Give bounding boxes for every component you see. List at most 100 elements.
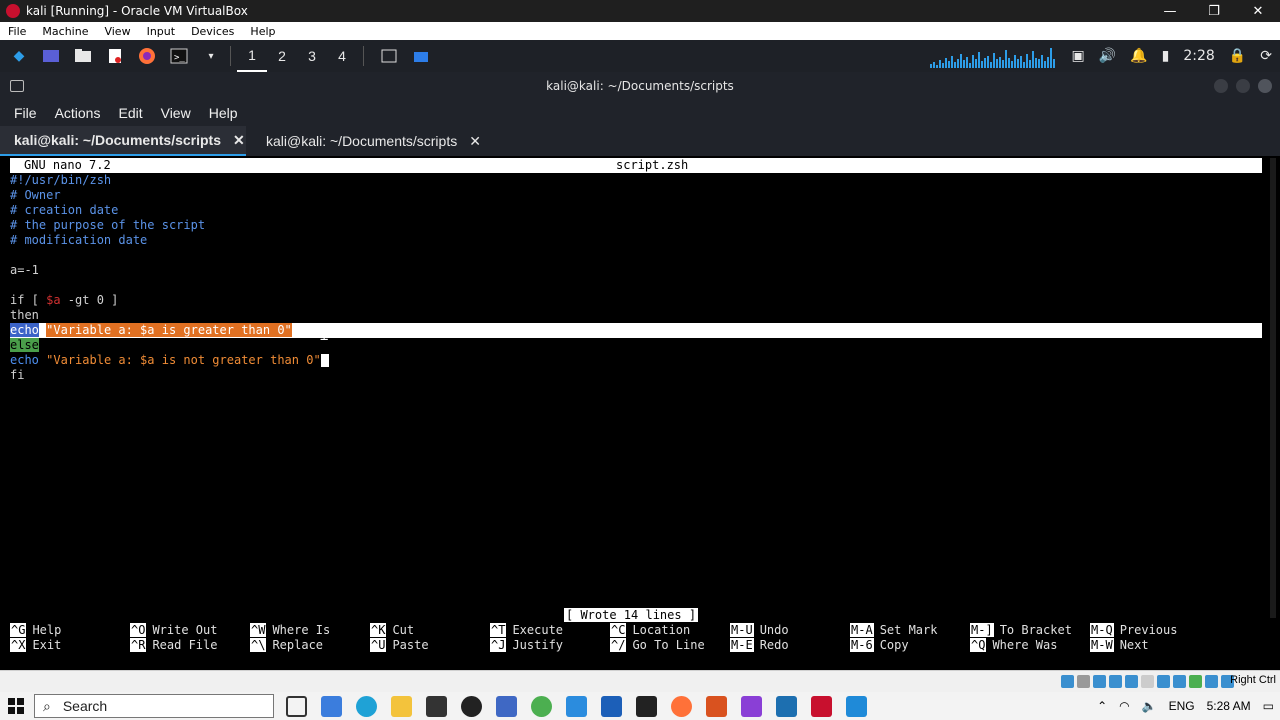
- code-line-1[interactable]: #!/usr/bin/zsh: [10, 173, 111, 188]
- terminal-menu-edit[interactable]: Edit: [118, 105, 142, 121]
- panel-clock[interactable]: 2:28: [1183, 48, 1214, 64]
- shortcut-justify[interactable]: ^J Justify: [490, 638, 563, 653]
- vbox-menu-help[interactable]: Help: [250, 25, 275, 38]
- system-clock[interactable]: 5:28 AM: [1207, 699, 1251, 713]
- minimize-button[interactable]: —: [1148, 0, 1192, 22]
- power-icon[interactable]: ⟳: [1260, 48, 1272, 64]
- shortcut-copy[interactable]: M-6 Copy: [850, 638, 909, 653]
- shortcut-previous[interactable]: M-Q Previous: [1090, 623, 1177, 638]
- shortcut-where-is[interactable]: ^W Where Is: [250, 623, 330, 638]
- workspace-4[interactable]: 4: [327, 40, 357, 72]
- code-line-5[interactable]: # modification date: [10, 233, 147, 248]
- vbox-menu-devices[interactable]: Devices: [191, 25, 234, 38]
- terminal-menu-actions[interactable]: Actions: [55, 105, 101, 121]
- display-icon[interactable]: [1157, 675, 1170, 688]
- nano-editor[interactable]: GNU nano 7.2 script.zsh #!/usr/bin/zsh #…: [0, 156, 1280, 670]
- lock-icon[interactable]: 🔒: [1229, 48, 1246, 64]
- code-line-7[interactable]: a=-1: [10, 263, 39, 278]
- vbox-menu-input[interactable]: Input: [147, 25, 175, 38]
- workspace-2[interactable]: 2: [267, 40, 297, 72]
- language-indicator[interactable]: ENG: [1169, 699, 1195, 713]
- volume-tray-icon[interactable]: 🔈: [1142, 699, 1157, 713]
- vscode-icon[interactable]: [846, 695, 867, 717]
- shortcut-cut[interactable]: ^K Cut: [370, 623, 414, 638]
- vbox-menu-view[interactable]: View: [104, 25, 130, 38]
- shortcut-undo[interactable]: M-U Undo: [730, 623, 789, 638]
- text-editor-icon[interactable]: [102, 44, 128, 68]
- shortcut-location[interactable]: ^C Location: [610, 623, 690, 638]
- photos-icon[interactable]: [496, 695, 517, 717]
- shortcut-paste[interactable]: ^U Paste: [370, 638, 429, 653]
- taskbar-terminal-icon[interactable]: [376, 44, 402, 68]
- terminal-menu-file[interactable]: File: [14, 105, 37, 121]
- network-adapter-icon[interactable]: [1109, 675, 1122, 688]
- terminal-tab-1[interactable]: kali@kali: ~/Documents/scripts ✕: [0, 126, 246, 156]
- shortcut-to-bracket[interactable]: M-] To Bracket: [970, 623, 1072, 638]
- file-manager-icon[interactable]: [70, 44, 96, 68]
- mouse-integration-icon[interactable]: [1205, 675, 1218, 688]
- terminal-tab-2[interactable]: kali@kali: ~/Documents/scripts ✕: [252, 126, 498, 156]
- taskbar-folder-icon[interactable]: [408, 44, 434, 68]
- restore-button[interactable]: ❐: [1192, 0, 1236, 22]
- edge-icon[interactable]: [356, 695, 377, 717]
- store-icon[interactable]: [321, 695, 342, 717]
- code-line-11[interactable]: echo "Variable a: $a is greater than 0": [10, 323, 292, 338]
- code-line-13[interactable]: echo "Variable a: $a is not greater than…: [10, 353, 329, 368]
- shortcut-next[interactable]: M-W Next: [1090, 638, 1149, 653]
- code-line-9[interactable]: if [ $a -gt 0 ]: [10, 293, 118, 308]
- workspace-1[interactable]: 1: [237, 40, 267, 72]
- shortcut-where-was[interactable]: ^Q Where Was: [970, 638, 1057, 653]
- wifi-icon[interactable]: ◠: [1119, 699, 1129, 713]
- kali-menu-icon[interactable]: ◆: [6, 44, 32, 68]
- terminal-menu-help[interactable]: Help: [209, 105, 238, 121]
- code-line-2[interactable]: # Owner: [10, 188, 61, 203]
- terminal-maximize-button[interactable]: [1236, 79, 1250, 93]
- code-line-10[interactable]: then: [10, 308, 39, 323]
- audio-icon[interactable]: [1093, 675, 1106, 688]
- app-icon[interactable]: [461, 695, 482, 717]
- chrome-icon[interactable]: [531, 695, 552, 717]
- code-line-3[interactable]: # creation date: [10, 203, 118, 218]
- show-hidden-icons[interactable]: ⌃: [1097, 699, 1107, 713]
- settings-icon[interactable]: [706, 695, 727, 717]
- mail-icon[interactable]: [601, 695, 622, 717]
- shortcut-read-file[interactable]: ^R Read File: [130, 638, 217, 653]
- close-button[interactable]: ✕: [1236, 0, 1280, 22]
- shortcut-replace[interactable]: ^\ Replace: [250, 638, 323, 653]
- windows-start-button[interactable]: [0, 692, 32, 720]
- vbox-menu-file[interactable]: File: [8, 25, 26, 38]
- camera-icon[interactable]: [426, 695, 447, 717]
- tab-close-icon[interactable]: ✕: [233, 132, 245, 149]
- hard-disk-icon[interactable]: [1061, 675, 1074, 688]
- cmd-icon[interactable]: [636, 695, 657, 717]
- firefox-taskbar-icon[interactable]: [671, 695, 692, 717]
- shortcut-set-mark[interactable]: M-A Set Mark: [850, 623, 937, 638]
- vbox-menu-machine[interactable]: Machine: [42, 25, 88, 38]
- file-explorer-icon[interactable]: [391, 695, 412, 717]
- shortcut-go-to-line[interactable]: ^/ Go To Line: [610, 638, 705, 653]
- notification-center-icon[interactable]: ▭: [1263, 699, 1274, 713]
- shortcut-help[interactable]: ^G Help: [10, 623, 61, 638]
- notification-bell-icon[interactable]: 🔔: [1130, 48, 1147, 64]
- optical-drive-icon[interactable]: [1077, 675, 1090, 688]
- files-icon[interactable]: [566, 695, 587, 717]
- recording-icon[interactable]: [1173, 675, 1186, 688]
- terminal-menu-view[interactable]: View: [161, 105, 191, 121]
- launcher-dropdown-icon[interactable]: ▾: [198, 44, 224, 68]
- virtualbox-taskbar-icon[interactable]: [776, 695, 797, 717]
- terminal-minimize-button[interactable]: [1214, 79, 1228, 93]
- battery-icon[interactable]: ▮: [1162, 48, 1170, 64]
- show-desktop-icon[interactable]: [38, 44, 64, 68]
- shortcut-exit[interactable]: ^X Exit: [10, 638, 61, 653]
- code-line-12[interactable]: else: [10, 338, 39, 353]
- shared-folder-icon[interactable]: [1141, 675, 1154, 688]
- shortcut-redo[interactable]: M-E Redo: [730, 638, 789, 653]
- media-icon[interactable]: [741, 695, 762, 717]
- kali-vm-icon[interactable]: [811, 695, 832, 717]
- cpu-activity-icon[interactable]: [1189, 675, 1202, 688]
- usb-icon[interactable]: [1125, 675, 1138, 688]
- firefox-icon[interactable]: [134, 44, 160, 68]
- workspace-3[interactable]: 3: [297, 40, 327, 72]
- volume-icon[interactable]: 🔊: [1099, 48, 1116, 64]
- network-icon[interactable]: ▣: [1072, 48, 1085, 64]
